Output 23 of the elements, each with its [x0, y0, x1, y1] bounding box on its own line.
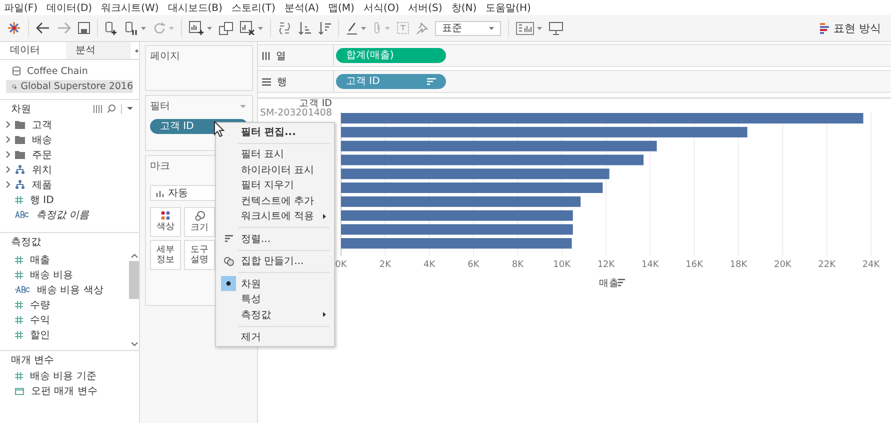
row-header: 고객 ID: [298, 99, 332, 109]
shelf-label: 열: [258, 45, 334, 66]
section-title: 차원: [11, 102, 32, 116]
axis-tick-label: 24K: [862, 260, 880, 270]
axis-tick-label: 8K: [512, 260, 524, 270]
axis-tick-label: 12K: [597, 260, 615, 270]
axis-tick-label: 20K: [774, 260, 792, 270]
shelf-label: 행: [258, 71, 334, 92]
axis-tick-label: 18K: [730, 260, 748, 270]
axis-tick-label: 6K: [468, 260, 480, 270]
axis-tick-label: 10K: [553, 260, 571, 270]
axis-tick-label: 0K: [335, 260, 347, 270]
axis-tick-label: 14K: [641, 260, 659, 270]
section-title: 측정값: [11, 236, 42, 248]
section-title: 매개 변수: [11, 354, 56, 366]
axis-title: 매출: [599, 278, 619, 289]
axis-tick-label: 2K: [379, 260, 391, 270]
row-label: SM-203201408: [260, 108, 332, 118]
card-title: 필터: [150, 100, 170, 113]
card-title: 페이지: [150, 51, 180, 62]
axis-tick-label: 22K: [818, 260, 836, 270]
axis-tick-label: 16K: [686, 260, 704, 270]
axis-tick-label: 4K: [424, 260, 436, 270]
